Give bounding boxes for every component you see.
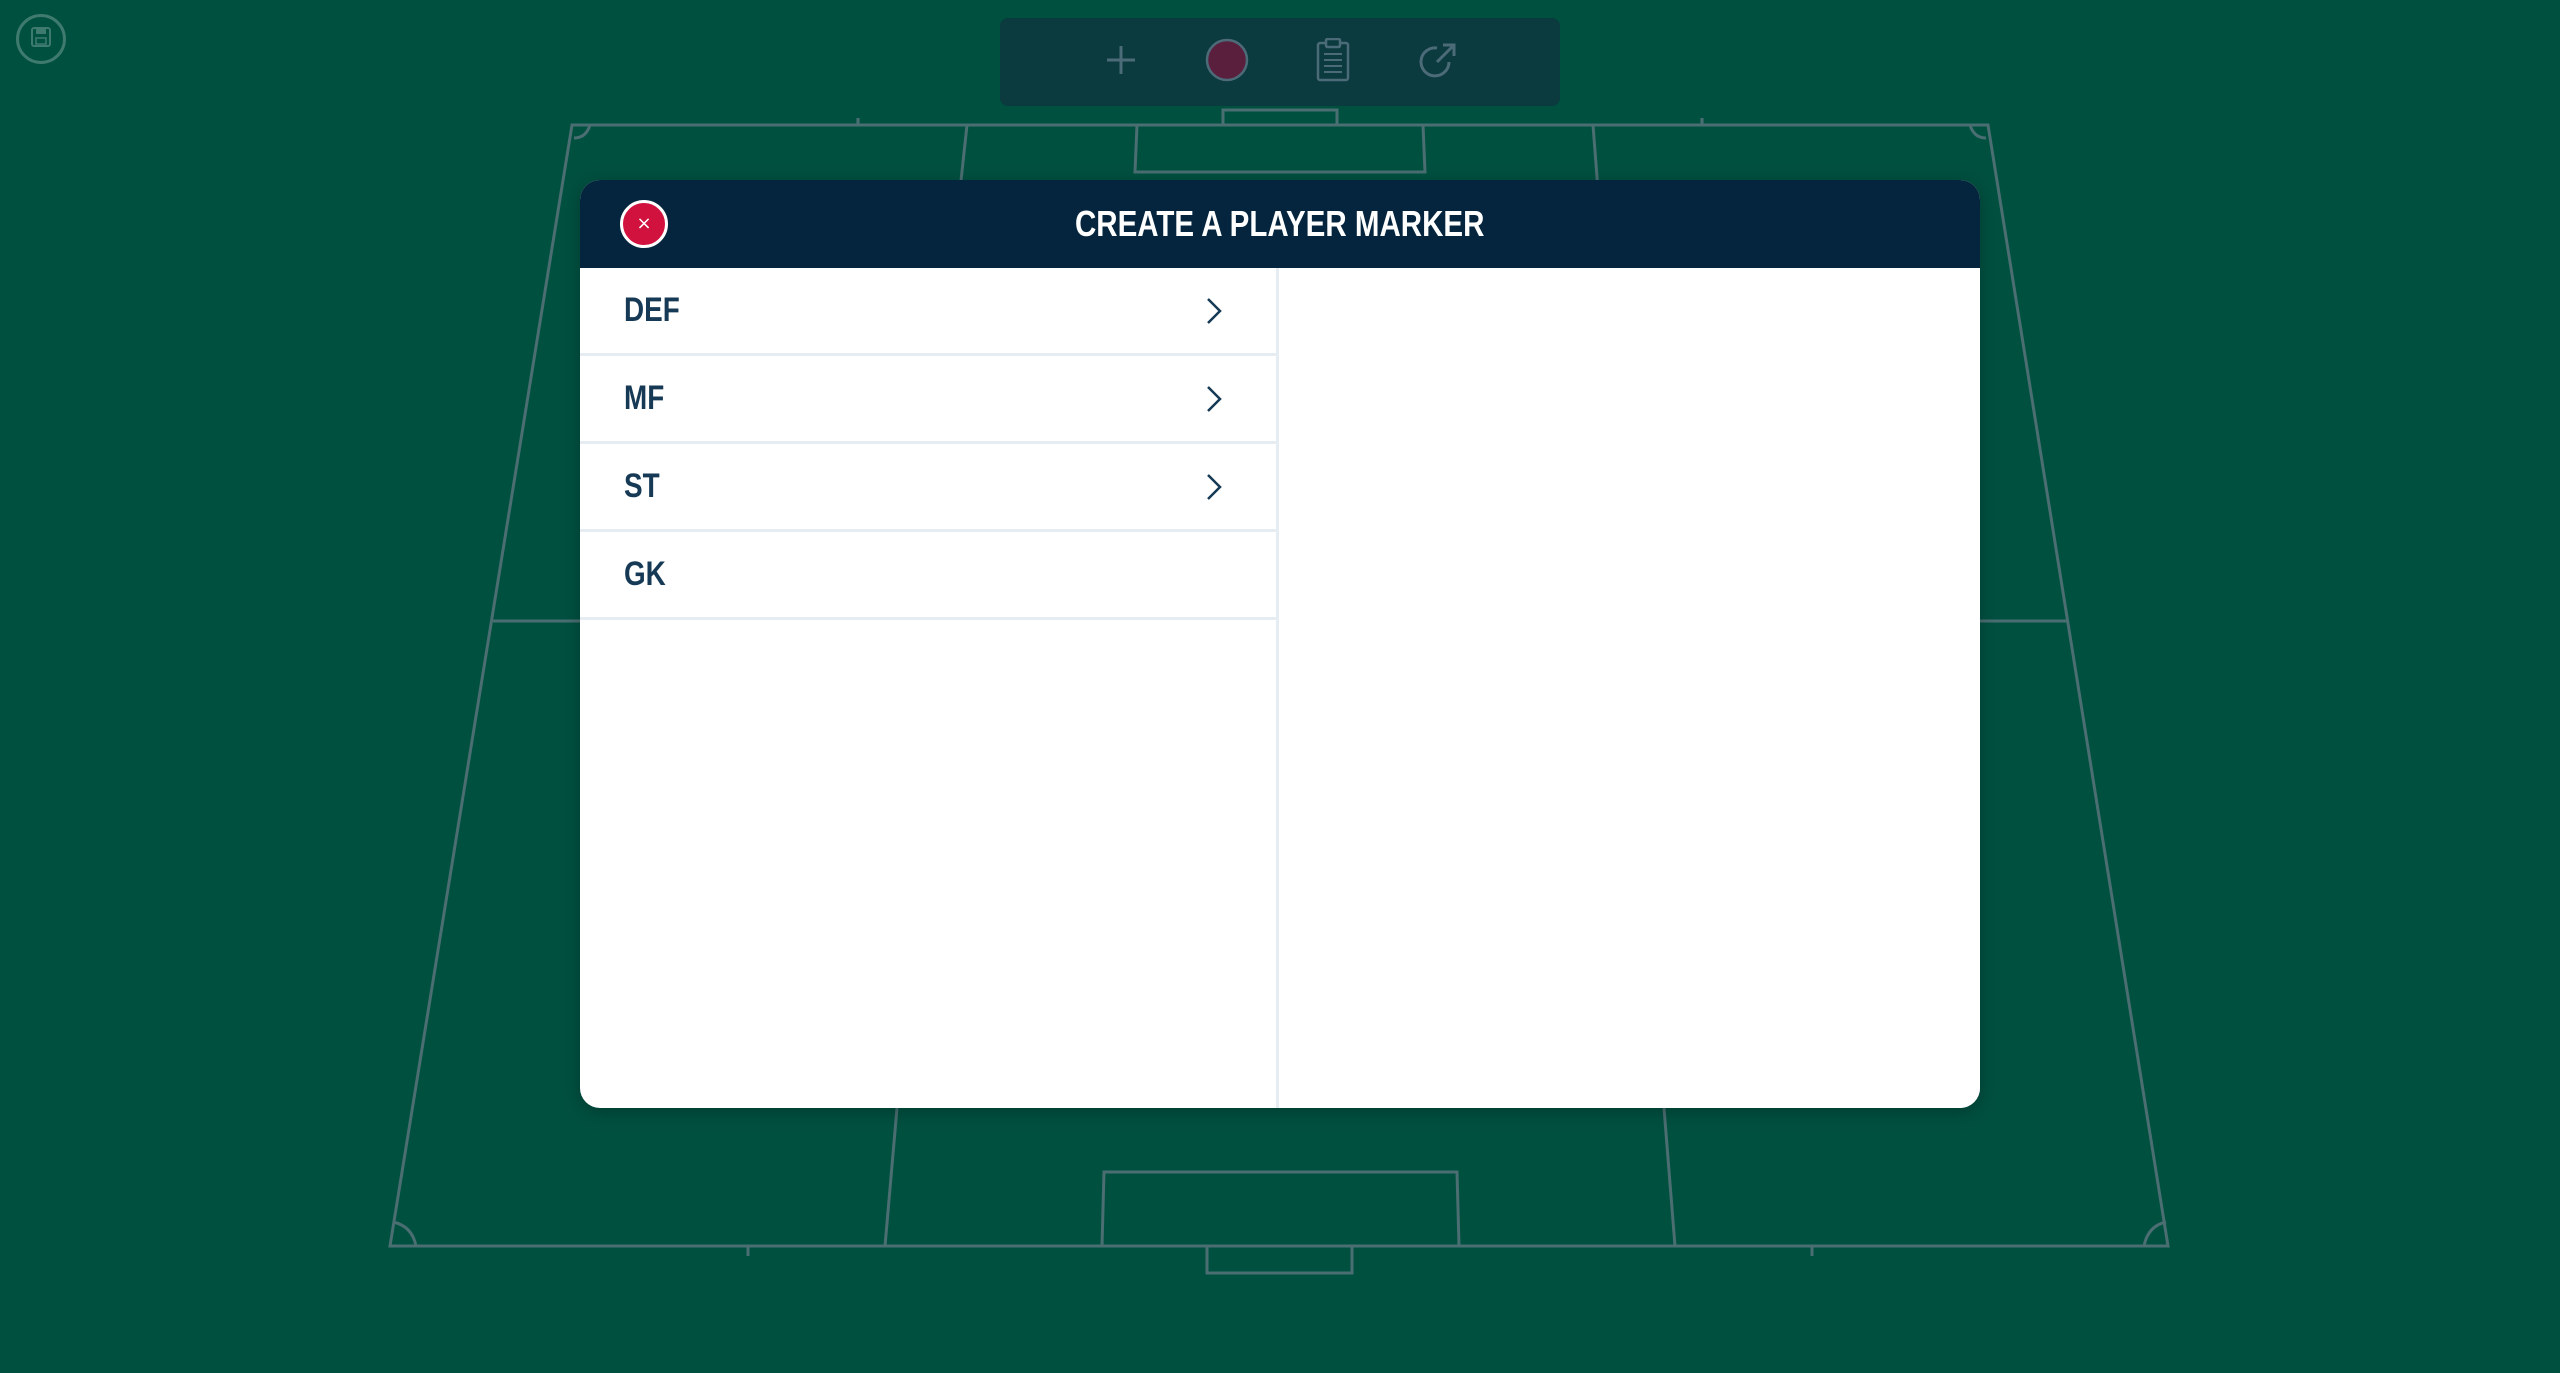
top-toolbar xyxy=(1000,18,1560,106)
chevron-right-icon xyxy=(1202,295,1226,327)
corner-arc-top-left xyxy=(573,124,592,140)
close-icon: × xyxy=(636,213,652,234)
category-item-st[interactable]: ST xyxy=(580,444,1276,532)
tactics-board: × CREATE A PLAYER MARKER DEF MF ST GK xyxy=(0,0,2560,1373)
dialog-title: CREATE A PLAYER MARKER xyxy=(1075,203,1485,244)
category-label: MF xyxy=(624,379,665,417)
top-goal xyxy=(1221,108,1339,125)
category-item-def[interactable]: DEF xyxy=(580,268,1276,356)
dialog-header: × CREATE A PLAYER MARKER xyxy=(580,180,1980,268)
category-label: ST xyxy=(624,467,660,505)
category-item-mf[interactable]: MF xyxy=(580,356,1276,444)
corner-arc-bottom-left xyxy=(392,1220,418,1247)
category-label: DEF xyxy=(624,291,680,329)
corner-arc-top-right xyxy=(1968,124,1987,140)
clipboard-icon xyxy=(1315,37,1351,86)
bottom-goal xyxy=(1205,1246,1354,1275)
color-swatch-button[interactable] xyxy=(1174,18,1280,106)
bottom-goal-area xyxy=(1100,1170,1461,1247)
chevron-right-icon xyxy=(1202,383,1226,415)
save-button[interactable] xyxy=(16,14,66,64)
create-player-marker-dialog: × CREATE A PLAYER MARKER DEF MF ST GK xyxy=(580,180,1980,1108)
marker-detail-panel xyxy=(1279,268,1980,1108)
position-category-list: DEF MF ST GK xyxy=(580,268,1279,1108)
close-button[interactable]: × xyxy=(620,200,668,248)
dialog-body: DEF MF ST GK xyxy=(580,268,1980,1108)
add-icon xyxy=(1103,42,1139,82)
color-swatch-icon xyxy=(1204,37,1250,87)
category-label: GK xyxy=(624,555,666,593)
top-goal-area xyxy=(1133,124,1427,174)
chevron-right-icon xyxy=(1202,471,1226,503)
bottom-penalty-area xyxy=(883,1107,1677,1248)
save-icon xyxy=(30,26,52,52)
category-item-gk[interactable]: GK xyxy=(580,532,1276,620)
add-button[interactable] xyxy=(1068,18,1174,106)
share-button[interactable] xyxy=(1386,18,1492,106)
share-icon xyxy=(1419,40,1459,84)
clipboard-button[interactable] xyxy=(1280,18,1386,106)
corner-arc-bottom-right xyxy=(2142,1220,2167,1247)
